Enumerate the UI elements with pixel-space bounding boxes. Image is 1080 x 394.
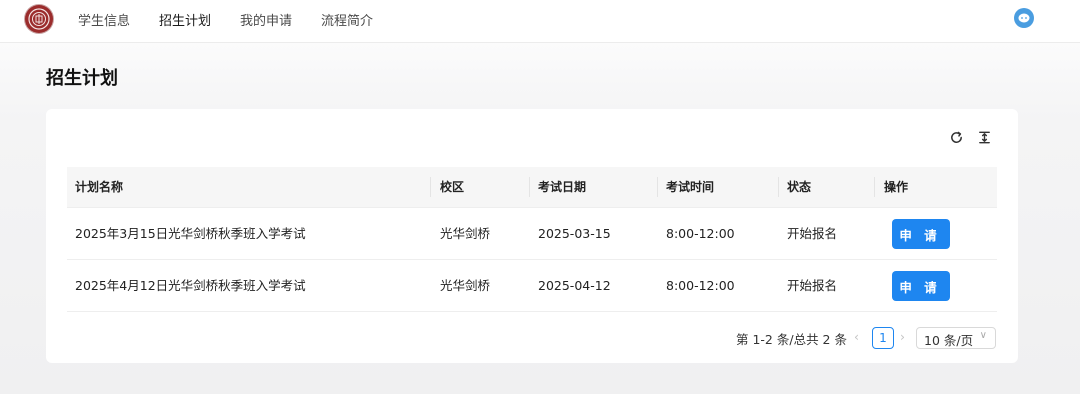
plans-table: 计划名称 校区 考试日期 考试时间 状态 操作 2025年3月15日光华剑桥秋季… (67, 167, 997, 312)
column-header-status: 状态 (787, 180, 812, 194)
refresh-icon[interactable] (947, 128, 965, 146)
column-divider (430, 177, 431, 197)
exam-time: 8:00-12:00 (666, 226, 735, 241)
campus: 光华剑桥 (440, 278, 491, 293)
column-divider (529, 177, 530, 197)
plan-name: 2025年4月12日光华剑桥秋季班入学考试 (75, 278, 306, 293)
nav-item-my-applications[interactable]: 我的申请 (240, 10, 292, 29)
table-row: 2025年3月15日光华剑桥秋季班入学考试 光华剑桥 2025-03-15 8:… (67, 208, 997, 260)
page-size-select[interactable]: 10 条/页 ∨ (916, 327, 996, 349)
exam-time: 8:00-12:00 (666, 278, 735, 293)
pagination-prev-button[interactable]: ‹ (854, 329, 859, 344)
pagination: 第 1-2 条/总共 2 条 ‹ 1 › 10 条/页 ∨ (46, 327, 1018, 349)
column-header-action: 操作 (884, 180, 909, 194)
table-row: 2025年4月12日光华剑桥秋季班入学考试 光华剑桥 2025-04-12 8:… (67, 260, 997, 312)
nav-item-process-intro[interactable]: 流程简介 (321, 10, 373, 29)
column-header-exam-date: 考试日期 (538, 180, 587, 194)
column-header-exam-time: 考试时间 (666, 180, 715, 194)
exam-date: 2025-04-12 (538, 278, 611, 293)
nav-item-student-info[interactable]: 学生信息 (78, 10, 130, 29)
table-header: 计划名称 校区 考试日期 考试时间 状态 操作 (67, 167, 997, 208)
status: 开始报名 (787, 226, 838, 241)
pagination-total: 第 1-2 条/总共 2 条 (736, 332, 847, 347)
main-nav: 学生信息 招生计划 我的申请 流程简介 (78, 0, 402, 38)
column-divider (874, 177, 875, 197)
nav-item-admission-plan[interactable]: 招生计划 (159, 10, 211, 29)
apply-button[interactable]: 申 请 (892, 219, 950, 249)
campus: 光华剑桥 (440, 226, 491, 241)
page-title: 招生计划 (46, 68, 118, 89)
logo-emblem-icon (28, 8, 50, 30)
user-avatar-icon[interactable] (1014, 8, 1034, 28)
apply-button[interactable]: 申 请 (892, 271, 950, 301)
column-height-icon[interactable] (975, 128, 993, 146)
status: 开始报名 (787, 278, 838, 293)
plans-card: 计划名称 校区 考试日期 考试时间 状态 操作 2025年3月15日光华剑桥秋季… (46, 109, 1018, 363)
column-divider (657, 177, 658, 197)
pagination-next-button[interactable]: › (900, 329, 905, 344)
exam-date: 2025-03-15 (538, 226, 611, 241)
plan-name: 2025年3月15日光华剑桥秋季班入学考试 (75, 226, 306, 241)
chevron-down-icon: ∨ (979, 330, 987, 341)
top-navigation-bar: 学生信息 招生计划 我的申请 流程简介 (0, 0, 1080, 43)
school-logo[interactable] (25, 5, 53, 33)
column-header-campus: 校区 (440, 180, 465, 194)
page-size-value: 10 条/页 (924, 333, 974, 348)
column-header-name: 计划名称 (75, 180, 124, 194)
column-divider (778, 177, 779, 197)
pagination-page-1[interactable]: 1 (872, 327, 894, 349)
